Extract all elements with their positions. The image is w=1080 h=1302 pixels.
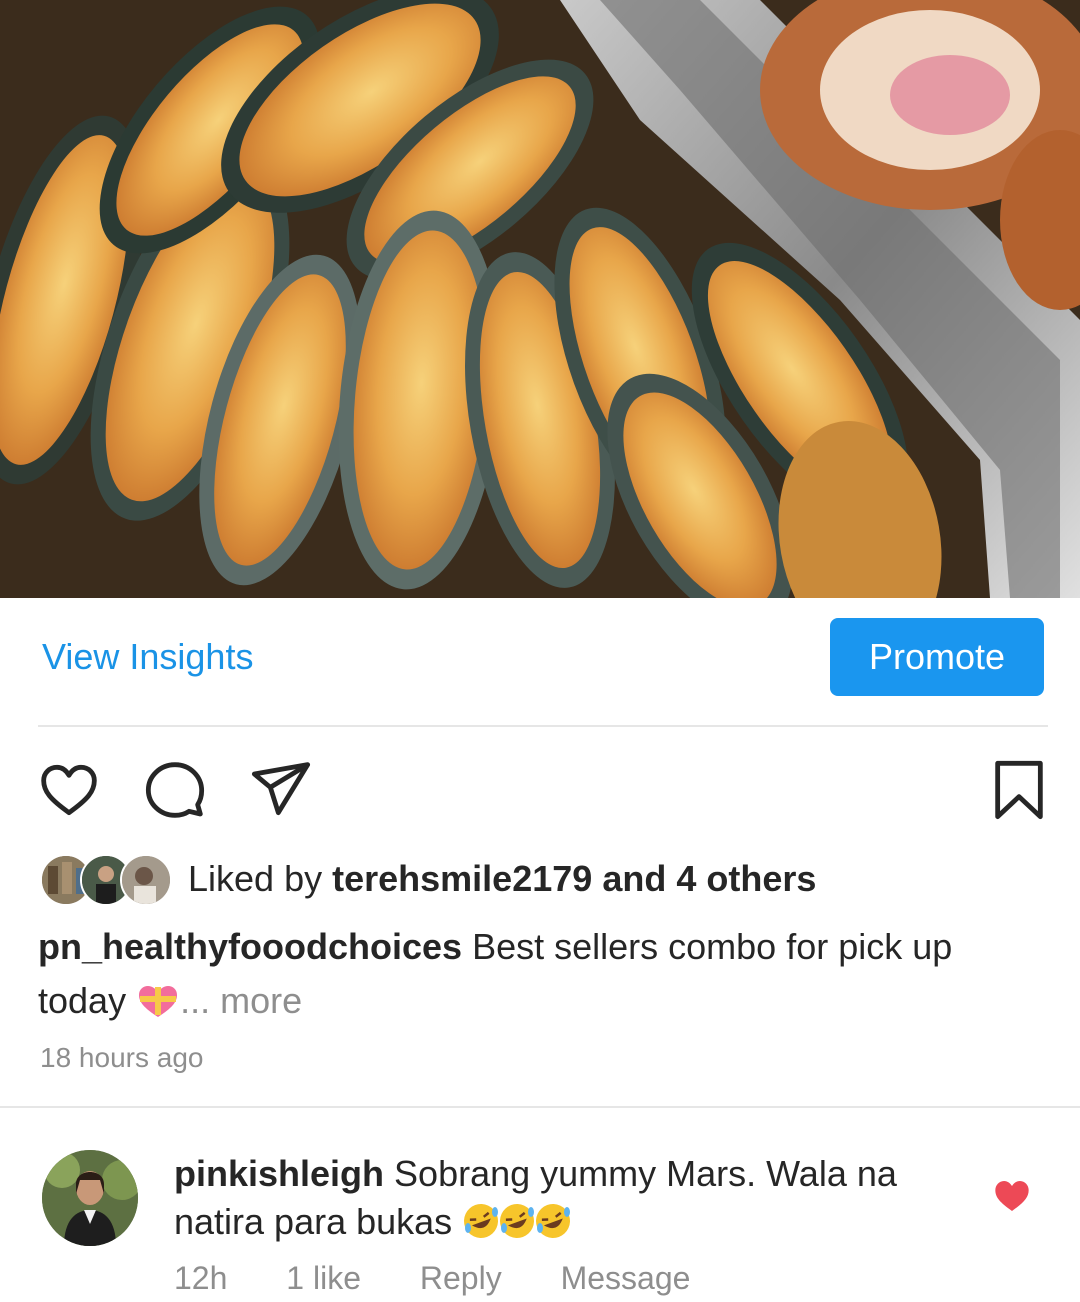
post-caption: pn_healthyfooodchoices Best sellers comb… bbox=[38, 920, 1048, 1028]
liked-by-others-link[interactable]: 4 others bbox=[676, 858, 816, 899]
divider bbox=[38, 725, 1048, 727]
caption-more-link[interactable]: ... more bbox=[180, 980, 302, 1021]
mussels-photo bbox=[0, 0, 1080, 598]
avatar bbox=[120, 854, 172, 906]
comment-likes-link[interactable]: 1 like bbox=[286, 1260, 361, 1296]
comment-button[interactable] bbox=[140, 755, 210, 825]
liked-by-user-link[interactable]: terehsmile2179 bbox=[332, 858, 592, 899]
liker-avatars bbox=[40, 854, 172, 906]
comment-time: 12h bbox=[174, 1260, 228, 1296]
commenter-username-link[interactable]: pinkishleigh bbox=[174, 1153, 384, 1194]
promote-button[interactable]: Promote bbox=[830, 618, 1044, 696]
rofl-emoji-icon bbox=[464, 1204, 499, 1238]
commenter-avatar[interactable] bbox=[42, 1150, 138, 1246]
rofl-emoji-icon bbox=[536, 1204, 571, 1238]
filled-heart-icon bbox=[995, 1181, 1029, 1211]
share-icon bbox=[251, 762, 311, 816]
likes-summary[interactable]: Liked by terehsmile2179 and 4 others bbox=[40, 852, 1040, 906]
liked-by-and: and bbox=[602, 858, 667, 899]
liked-by-prefix: Liked by bbox=[188, 858, 323, 899]
insights-bar: View Insights Promote bbox=[0, 598, 1080, 726]
comment-item: pinkishleigh Sobrang yummy Mars. Wala na… bbox=[0, 1140, 1080, 1302]
comment-meta: 12h 1 like Reply Message bbox=[174, 1260, 740, 1297]
share-button[interactable] bbox=[246, 755, 316, 825]
bookmark-icon bbox=[995, 760, 1043, 820]
divider bbox=[0, 1106, 1080, 1108]
view-insights-link[interactable]: View Insights bbox=[42, 636, 253, 678]
post-timestamp: 18 hours ago bbox=[40, 1042, 204, 1073]
post-actions bbox=[0, 755, 1080, 825]
rofl-emoji-icon bbox=[500, 1204, 535, 1238]
message-button[interactable]: Message bbox=[561, 1260, 691, 1296]
caption-username-link[interactable]: pn_healthyfooodchoices bbox=[38, 926, 462, 967]
like-button[interactable] bbox=[34, 755, 104, 825]
save-button[interactable] bbox=[984, 755, 1054, 825]
reply-button[interactable]: Reply bbox=[420, 1260, 502, 1296]
comment-icon bbox=[145, 762, 205, 818]
comment-like-button[interactable] bbox=[992, 1176, 1032, 1216]
heart-icon bbox=[41, 764, 97, 816]
heart-with-ribbon-icon bbox=[139, 986, 178, 1017]
post-photo[interactable] bbox=[0, 0, 1080, 598]
